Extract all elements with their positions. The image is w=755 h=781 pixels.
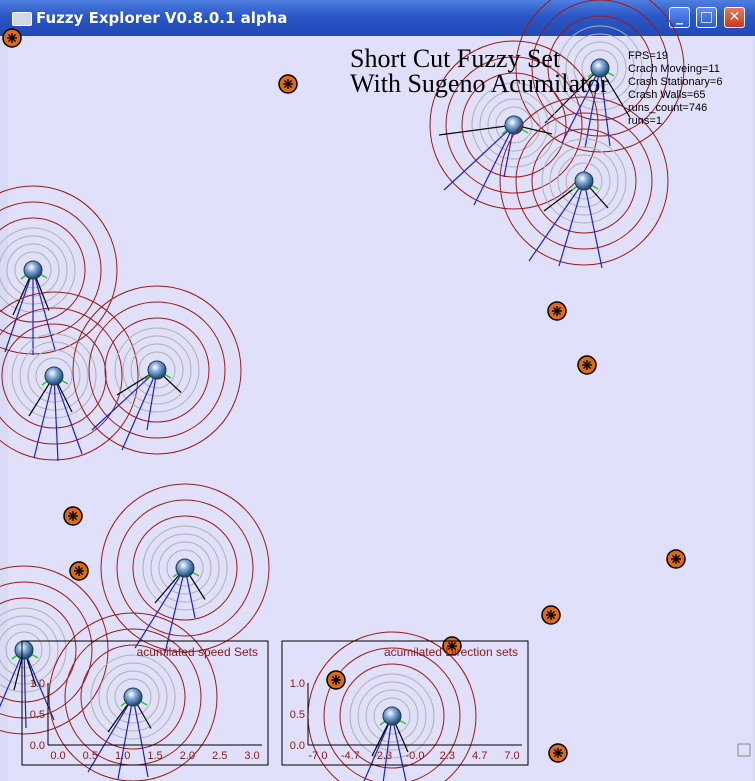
mine-marker bbox=[666, 549, 686, 569]
runs-stat: runs=1 bbox=[628, 115, 662, 127]
robot-body bbox=[123, 687, 143, 707]
x-tick-label: 2.3 bbox=[440, 750, 455, 762]
x-tick-label: 2.5 bbox=[212, 750, 227, 762]
y-tick-label: 0.5 bbox=[30, 709, 45, 721]
sensor-ray bbox=[23, 649, 27, 729]
x-tick-label: -4.7 bbox=[341, 750, 360, 762]
robot-body bbox=[14, 640, 34, 660]
sensor-ray bbox=[0, 649, 25, 708]
x-tick-label: 3.0 bbox=[244, 750, 259, 762]
x-tick-label: -7.0 bbox=[309, 750, 328, 762]
robot-body bbox=[574, 171, 594, 191]
robot-agent bbox=[0, 291, 139, 462]
app-window: Fuzzy Explorer V0.8.0.1 alpha _ □ ✕ acum… bbox=[0, 0, 755, 781]
mine-marker bbox=[541, 605, 561, 625]
y-tick-label: 1.0 bbox=[290, 678, 305, 690]
sensor-ray bbox=[164, 567, 186, 654]
robot-body bbox=[175, 558, 195, 578]
robot-body bbox=[504, 115, 524, 135]
y-tick-label: 1.0 bbox=[30, 678, 45, 690]
mine-marker bbox=[577, 355, 597, 375]
robot-body bbox=[44, 366, 64, 386]
resize-grip bbox=[737, 743, 751, 757]
x-tick-label: -2.3 bbox=[373, 750, 392, 762]
runs-count-stat: runs_count=746 bbox=[628, 102, 708, 114]
sensor-ray bbox=[391, 715, 407, 781]
crash-stationary-stat: Crash Stationary=6 bbox=[628, 76, 723, 88]
stats-panel: FPS=19 Crach Moveing=11 Crash Stationary… bbox=[628, 50, 722, 128]
plot-title: acumilated speed Sets bbox=[137, 645, 258, 659]
x-tick-label: 1.0 bbox=[115, 750, 130, 762]
x-tick-label: 0.5 bbox=[83, 750, 98, 762]
y-tick-label: 0.5 bbox=[290, 709, 305, 721]
mine-marker bbox=[69, 561, 89, 581]
mine-marker bbox=[326, 670, 346, 690]
robot-agent bbox=[72, 285, 242, 455]
sensor-ray bbox=[33, 375, 55, 459]
robot-body bbox=[23, 260, 43, 280]
x-tick-label: 7.0 bbox=[504, 750, 519, 762]
title-line-1: Short Cut Fuzzy Set bbox=[350, 44, 561, 73]
title-line-2: With Sugeno Acumilator bbox=[350, 69, 609, 98]
y-tick-label: 0.0 bbox=[290, 740, 305, 752]
mine-marker bbox=[547, 301, 567, 321]
y-tick-label: 0.0 bbox=[30, 740, 45, 752]
robot-agent bbox=[0, 565, 109, 735]
crash-walls-stat: Crash Walls=65 bbox=[628, 89, 706, 101]
mine-marker bbox=[278, 74, 298, 94]
x-tick-label: 4.7 bbox=[472, 750, 487, 762]
sensor-ray bbox=[53, 375, 59, 462]
plot-title: acumilated Direction sets bbox=[384, 645, 518, 659]
mine-marker bbox=[548, 743, 568, 763]
x-tick-label: 2.0 bbox=[180, 750, 195, 762]
sensor-ray bbox=[4, 269, 34, 353]
mine-marker bbox=[2, 28, 22, 48]
simulation-title: Short Cut Fuzzy Set With Sugeno Acumilat… bbox=[350, 44, 609, 98]
sensor-ray bbox=[583, 180, 603, 269]
x-tick-label: 1.5 bbox=[147, 750, 162, 762]
robot-agent bbox=[100, 483, 270, 654]
x-tick-label: 0.0 bbox=[50, 750, 65, 762]
x-tick-label: -0.0 bbox=[406, 750, 425, 762]
robot-body bbox=[382, 706, 402, 726]
robot-body bbox=[147, 360, 167, 380]
robot-agent bbox=[0, 185, 118, 355]
crash-moving-stat: Crach Moveing=11 bbox=[628, 63, 720, 75]
fps-stat: FPS=19 bbox=[628, 50, 669, 62]
mine-marker bbox=[63, 506, 83, 526]
